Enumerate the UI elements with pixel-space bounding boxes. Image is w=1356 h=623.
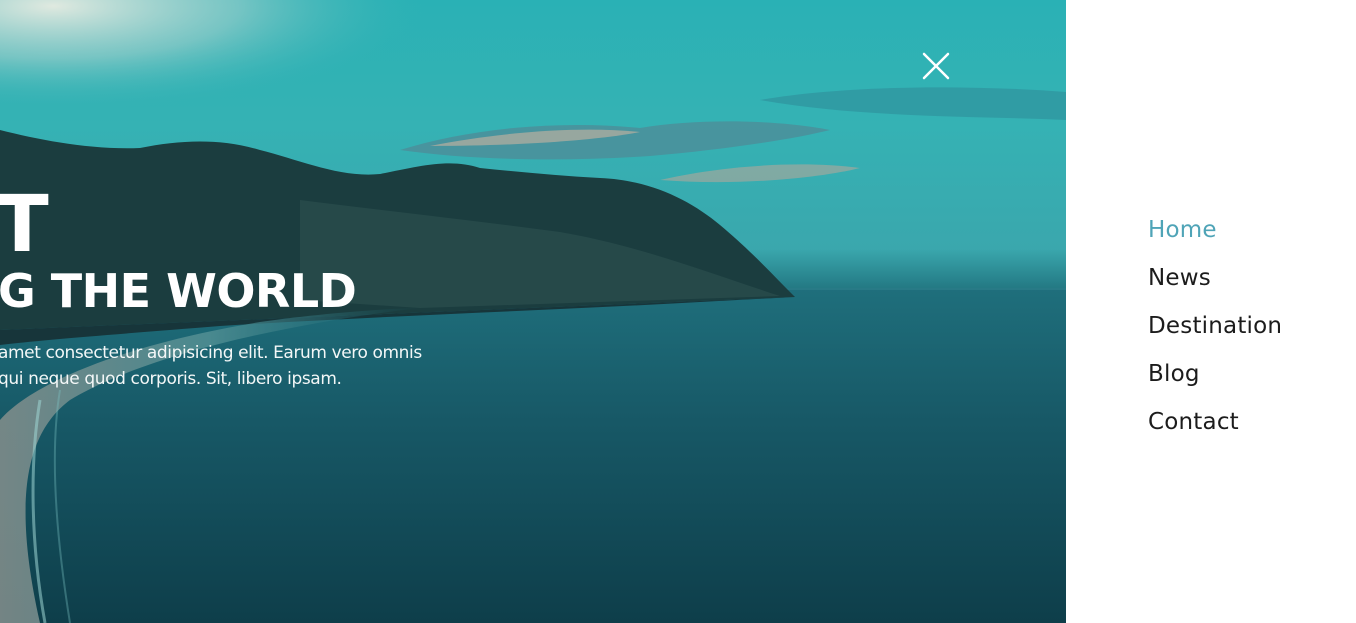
side-navigation-menu: Home News Destination Blog Contact bbox=[1066, 0, 1356, 623]
hero-video-background: RT NG THE WORLD amet consectetur adipisi… bbox=[0, 0, 1066, 623]
menu-link-home[interactable]: Home bbox=[1148, 217, 1217, 243]
menu-item-destination: Destination bbox=[1148, 309, 1282, 357]
hero-title-line-1: RT bbox=[0, 180, 50, 270]
menu-item-contact: Contact bbox=[1148, 405, 1282, 453]
menu-link-blog[interactable]: Blog bbox=[1148, 361, 1200, 387]
close-menu-button[interactable] bbox=[920, 50, 952, 82]
menu-item-blog: Blog bbox=[1148, 357, 1282, 405]
close-icon bbox=[922, 52, 950, 80]
menu-link-destination[interactable]: Destination bbox=[1148, 313, 1282, 339]
hero-description: amet consectetur adipisicing elit. Earum… bbox=[0, 340, 518, 392]
page: RT NG THE WORLD amet consectetur adipisi… bbox=[0, 0, 1356, 623]
hero-description-line-2: qui neque quod corporis. Sit, libero ips… bbox=[0, 369, 342, 389]
hero-description-line-1: amet consectetur adipisicing elit. Earum… bbox=[0, 343, 422, 363]
menu-item-home: Home bbox=[1148, 213, 1282, 261]
menu-link-news[interactable]: News bbox=[1148, 265, 1211, 291]
menu-list: Home News Destination Blog Contact bbox=[1148, 213, 1282, 453]
hero-title-line-2: NG THE WORLD bbox=[0, 264, 357, 318]
menu-item-news: News bbox=[1148, 261, 1282, 309]
menu-link-contact[interactable]: Contact bbox=[1148, 409, 1239, 435]
